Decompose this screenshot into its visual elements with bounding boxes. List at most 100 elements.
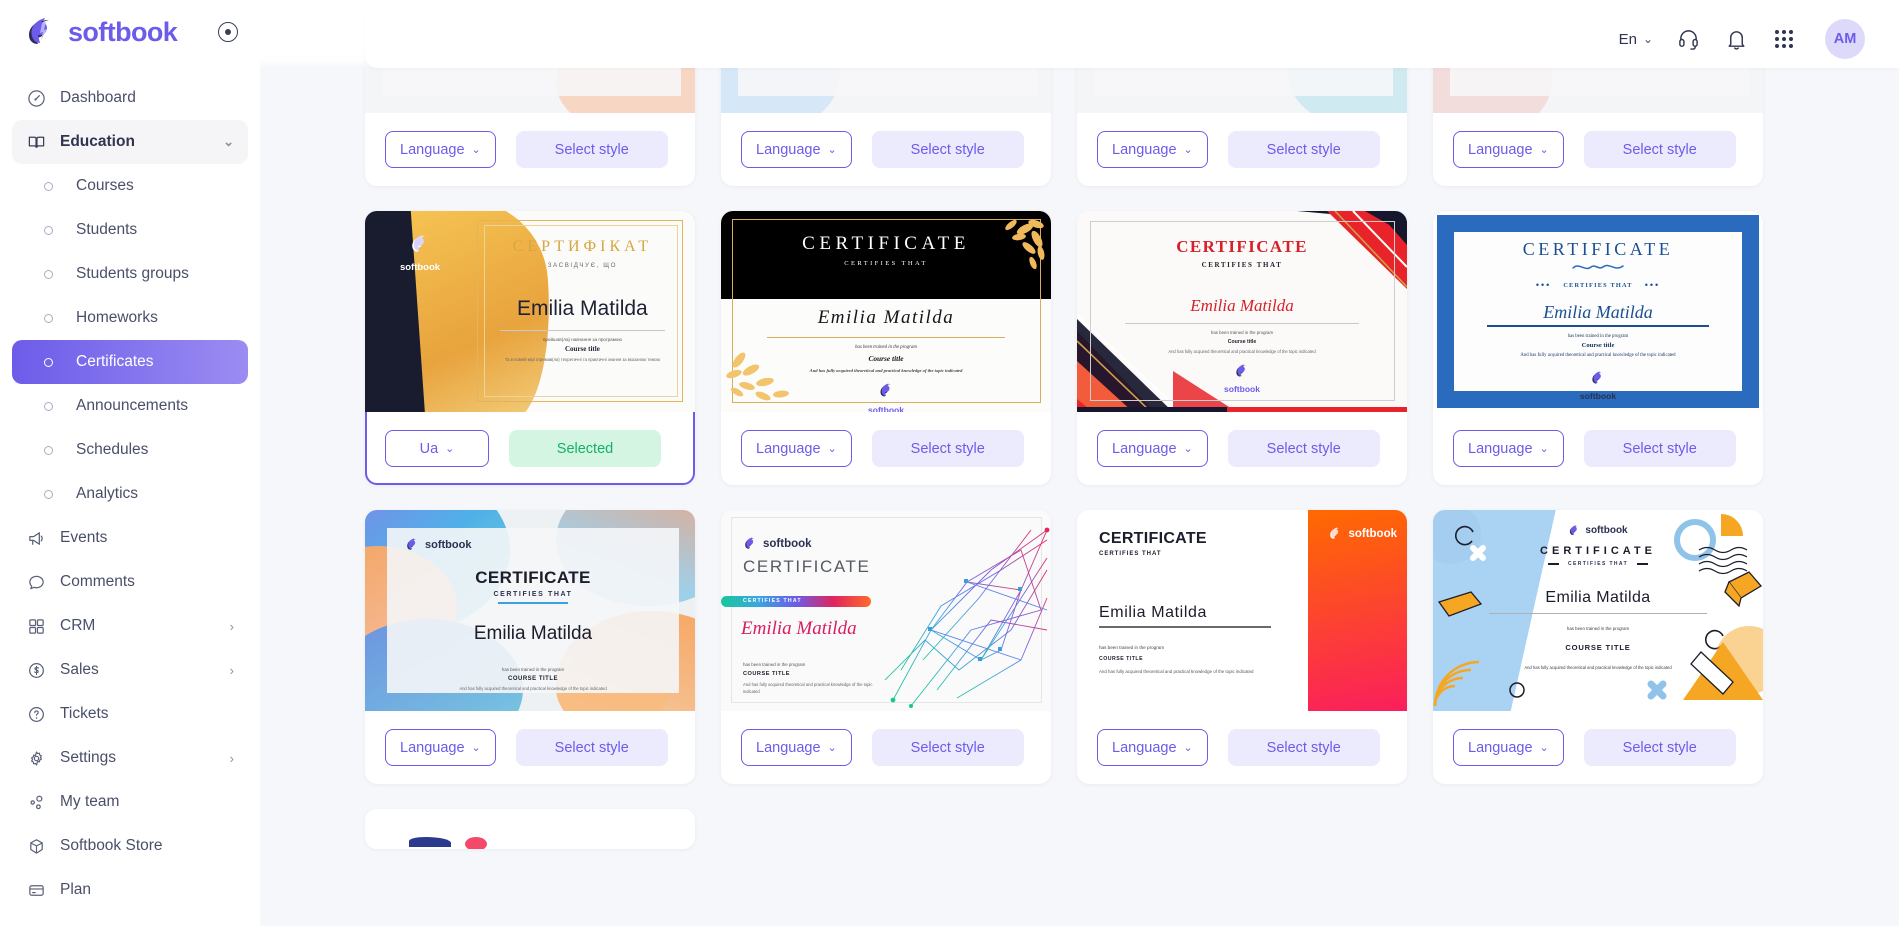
- certificate-card[interactable]: softbook CERTIFICATE CERTIFIES THAT Emil…: [365, 510, 695, 784]
- certificate-card-footer: Language ⌄ Select style: [721, 113, 1051, 186]
- language-dropdown[interactable]: Language ⌄: [1097, 729, 1208, 766]
- selected-status-button[interactable]: Selected: [509, 430, 661, 467]
- certificate-title: СЕРТИФІКАТ: [512, 238, 653, 255]
- certificate-title: CERTIFICATE: [1099, 530, 1207, 547]
- certificate-card[interactable]: softbook CERTIFICATE CERTIFIES THAT Emil…: [721, 510, 1051, 784]
- chevron-right-icon: ›: [229, 618, 234, 634]
- select-style-button[interactable]: Select style: [1583, 729, 1736, 766]
- certificate-card[interactable]: CERTIFICATE CERTIFIES THAT Emilia Matild…: [1077, 211, 1407, 485]
- sidebar-item-students-groups[interactable]: Students groups: [12, 252, 248, 296]
- language-dropdown[interactable]: Language ⌄: [741, 729, 852, 766]
- certificate-card[interactable]: [365, 809, 695, 849]
- chevron-down-icon: ⌄: [445, 443, 455, 455]
- sidebar-item-softbook-store[interactable]: Softbook Store: [12, 824, 248, 868]
- certificate-card[interactable]: CERTIFICATE ••• CERTIFIES THAT ••• Emili…: [1433, 211, 1763, 485]
- certificate-acquired-line: And has fully acquired theoretical and p…: [459, 686, 607, 691]
- certificate-trained-line: has been trained in the program: [1567, 333, 1629, 339]
- sidebar-item-plan[interactable]: Plan: [12, 868, 248, 912]
- certificate-preview[interactable]: softbook CERTIFICATE CERTIFIES THAT Emil…: [721, 510, 1051, 711]
- sidebar-item-comments[interactable]: Comments: [12, 560, 248, 604]
- sidebar-item-homeworks[interactable]: Homeworks: [12, 296, 248, 340]
- certificate-card[interactable]: CERTIFICATE CERTIFIES THAT Emilia Matild…: [721, 211, 1051, 485]
- sidebar-item-crm[interactable]: CRM ›: [12, 604, 248, 648]
- top-header-bar: En ⌄ AM: [365, 10, 1899, 68]
- select-style-button[interactable]: Select style: [871, 430, 1024, 467]
- bell-icon[interactable]: [1723, 26, 1749, 52]
- sidebar-item-my-team[interactable]: My team: [12, 780, 248, 824]
- language-dropdown[interactable]: Language ⌄: [741, 430, 852, 467]
- certificate-preview[interactable]: [365, 809, 695, 849]
- language-dropdown[interactable]: Language ⌄: [385, 729, 496, 766]
- certificate-subtitle: CERTIFIES THAT: [1567, 561, 1629, 567]
- certificate-acquired-line: And has fully acquired theoretical and p…: [1520, 352, 1676, 358]
- language-dropdown[interactable]: Language ⌄: [1453, 729, 1564, 766]
- sidebar-item-sales[interactable]: Sales ›: [12, 648, 248, 692]
- language-dropdown[interactable]: Language ⌄: [1453, 430, 1564, 467]
- sidebar-item-courses[interactable]: Courses: [12, 164, 248, 208]
- apps-grid-icon[interactable]: [1771, 26, 1797, 52]
- certificate-preview[interactable]: CERTIFICATE CERTIFIES THAT Emilia Matild…: [721, 211, 1051, 412]
- select-style-button[interactable]: Select style: [515, 729, 668, 766]
- certificate-preview[interactable]: softbook CERTIFICATE CERTIFIES THAT Emil…: [365, 510, 695, 711]
- certificate-preview[interactable]: softbook CERTIFICATE CERTIFIES THAT Emil…: [1433, 510, 1763, 711]
- network-graphic: [884, 527, 1050, 708]
- certificate-acquired-line: And has fully acquired theoretical and p…: [1168, 349, 1316, 354]
- select-style-button[interactable]: Select style: [1227, 131, 1380, 168]
- sidebar-item-certificates[interactable]: Certificates: [12, 340, 248, 384]
- sidebar-item-events[interactable]: Events: [12, 516, 248, 560]
- sidebar-item-students[interactable]: Students: [12, 208, 248, 252]
- sidebar-item-tickets[interactable]: Tickets: [12, 692, 248, 736]
- certificate-brand: softbook: [399, 262, 441, 273]
- certificate-course-title: Course title: [1227, 339, 1257, 345]
- language-dropdown[interactable]: Language ⌄: [1453, 131, 1564, 168]
- certificate-preview[interactable]: CERTIFICATE CERTIFIES THAT Emilia Matild…: [1077, 211, 1407, 412]
- language-dropdown-label: Language: [400, 141, 465, 158]
- gear-icon: [26, 748, 46, 768]
- certificate-preview[interactable]: softbook CERTIFICATE CERTIFIES THAT Emil…: [1077, 510, 1407, 711]
- certificate-card-footer: Language ⌄ Select style: [1077, 711, 1407, 784]
- language-dropdown-label: Language: [400, 739, 465, 756]
- language-dropdown[interactable]: Language ⌄: [741, 131, 852, 168]
- softbook-logo-icon: [407, 538, 417, 550]
- language-dropdown[interactable]: Language ⌄: [385, 131, 496, 168]
- select-style-button[interactable]: Select style: [1227, 430, 1380, 467]
- certificate-preview[interactable]: softbook СЕРТИФІКАТ ЗАСВІДЧУЄ, ЩО Emilia…: [365, 211, 695, 412]
- sidebar-item-settings[interactable]: Settings ›: [12, 736, 248, 780]
- select-style-button[interactable]: Select style: [871, 729, 1024, 766]
- sidebar-item-schedules[interactable]: Schedules: [12, 428, 248, 472]
- select-style-button[interactable]: Select style: [1583, 430, 1736, 467]
- language-dropdown[interactable]: Language ⌄: [1097, 430, 1208, 467]
- card-icon: [26, 880, 46, 900]
- language-dropdown[interactable]: Language ⌄: [1097, 131, 1208, 168]
- select-style-button[interactable]: Select style: [515, 131, 668, 168]
- certificate-preview[interactable]: CERTIFICATE ••• CERTIFIES THAT ••• Emili…: [1433, 211, 1763, 412]
- certificate-recipient-name: Emilia Matilda: [817, 307, 955, 328]
- brand-header[interactable]: softbook: [0, 0, 260, 64]
- gauge-icon: [26, 88, 46, 108]
- select-style-button[interactable]: Select style: [1227, 729, 1380, 766]
- sidebar-item-education[interactable]: Education ⌄: [12, 120, 248, 164]
- sidebar-item-label: My team: [60, 793, 120, 810]
- select-style-button[interactable]: Select style: [871, 131, 1024, 168]
- avatar[interactable]: AM: [1825, 19, 1865, 59]
- certificate-trained-line: has been trained in the program: [501, 667, 565, 672]
- certificate-card[interactable]: softbook CERTIFICATE CERTIFIES THAT Emil…: [1077, 510, 1407, 784]
- certificate-card[interactable]: softbook CERTIFICATE CERTIFIES THAT Emil…: [1433, 510, 1763, 784]
- language-dropdown-label: Language: [1468, 141, 1533, 158]
- certificate-course-title: COURSE TITLE: [507, 676, 558, 682]
- circle-dot-icon[interactable]: [218, 22, 238, 42]
- certificate-course-title: COURSE TITLE: [743, 671, 791, 677]
- certificate-card-selected[interactable]: softbook СЕРТИФІКАТ ЗАСВІДЧУЄ, ЩО Emilia…: [365, 211, 695, 485]
- select-style-button[interactable]: Select style: [1583, 131, 1736, 168]
- chevron-down-icon: ⌄: [1642, 32, 1653, 46]
- certificate-card-footer: Language ⌄ Select style: [1433, 412, 1763, 485]
- headset-icon[interactable]: [1675, 26, 1701, 52]
- language-selector[interactable]: En ⌄: [1619, 31, 1653, 48]
- box-icon: [26, 836, 46, 856]
- sidebar-item-analytics[interactable]: Analytics: [12, 472, 248, 516]
- main-content: Language ⌄ Select style Language ⌄ Selec…: [260, 0, 1899, 926]
- softbook-logo-icon: [24, 15, 58, 49]
- language-dropdown[interactable]: Ua ⌄: [385, 430, 489, 467]
- sidebar-item-dashboard[interactable]: Dashboard: [12, 76, 248, 120]
- sidebar-item-announcements[interactable]: Announcements: [12, 384, 248, 428]
